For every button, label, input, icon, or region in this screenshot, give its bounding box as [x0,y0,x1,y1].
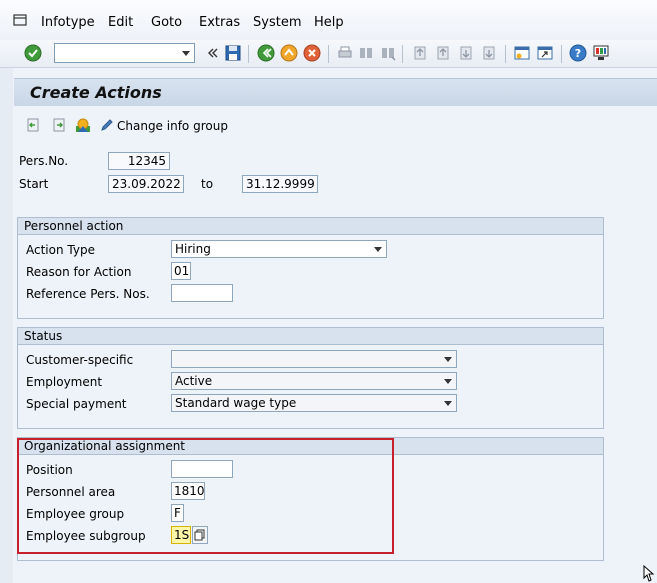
standard-toolbar: ? [0,40,657,68]
customize-layout-icon[interactable] [592,44,610,62]
menu-app-icon[interactable] [13,14,27,26]
next-page-icon[interactable] [457,44,475,62]
toolbar-separator [248,45,249,63]
shortcut-icon[interactable] [536,44,554,62]
next-record-icon[interactable] [51,117,67,133]
previous-record-icon[interactable] [25,117,41,133]
to-label: to [201,177,214,191]
change-info-group-button[interactable]: Change info group [117,119,228,133]
enter-check-icon[interactable] [24,44,42,62]
first-page-icon[interactable] [411,44,429,62]
special-payment-value: Standard wage type [175,396,297,410]
highlight-box [17,438,394,554]
menu-edit[interactable]: Edit [108,16,133,30]
status-heading: Status [18,328,603,345]
menu-system[interactable]: System [253,16,301,30]
reason-field[interactable]: 01 [171,262,191,280]
reference-pers-field[interactable] [171,284,233,302]
toolbar-separator [561,45,562,63]
menu-goto[interactable]: Goto [151,16,182,30]
action-type-label: Action Type [26,243,95,257]
start-date-field[interactable]: 23.09.2022 [108,175,184,193]
print-icon[interactable] [336,44,354,62]
screen-titlebar: Create Actions [14,78,657,106]
employment-label: Employment [26,375,103,389]
toolbar-separator [328,45,329,63]
pencil-icon[interactable] [99,117,115,133]
special-payment-label: Special payment [26,397,127,411]
pers-no-label: Pers.No. [19,154,69,168]
dropdown-arrow-icon[interactable] [444,357,452,362]
menu-bar: Infotype Edit Goto Extras System Help [0,0,657,40]
reference-pers-label: Reference Pers. Nos. [26,287,150,301]
cancel-icon[interactable] [303,44,321,62]
menu-help[interactable]: Help [314,16,344,30]
help-icon[interactable]: ? [569,44,587,62]
toolbar-separator [505,45,506,63]
prev-page-icon[interactable] [434,44,452,62]
action-type-dropdown[interactable]: Hiring [171,240,387,258]
employment-value: Active [175,374,213,388]
action-type-value: Hiring [175,242,211,256]
pers-no-field[interactable]: 12345 [108,152,170,170]
dropdown-arrow-icon[interactable] [374,247,382,252]
left-strip [0,68,13,583]
toolbar-separator [402,45,403,63]
svg-text:?: ? [575,47,581,60]
dropdown-arrow-icon[interactable] [444,379,452,384]
personnel-action-heading: Personnel action [18,218,603,235]
end-date-field[interactable]: 31.12.9999 [242,175,318,193]
start-label: Start [19,177,49,191]
mouse-cursor-icon [643,565,655,582]
last-page-icon[interactable] [480,44,498,62]
command-field[interactable] [54,43,195,63]
find-next-icon[interactable] [379,44,397,62]
exit-icon[interactable] [280,44,298,62]
application-toolbar: Change info group [14,111,657,139]
dropdown-arrow-icon[interactable] [444,401,452,406]
new-session-icon[interactable] [513,44,531,62]
collapse-icon[interactable] [203,44,221,62]
find-icon[interactable] [357,44,375,62]
screen-title: Create Actions [30,83,162,102]
menu-extras[interactable]: Extras [199,16,240,30]
save-icon[interactable] [224,44,242,62]
employment-dropdown[interactable]: Active [171,372,457,390]
overview-icon[interactable] [75,117,91,133]
reason-label: Reason for Action [26,265,132,279]
customer-specific-dropdown[interactable] [171,350,457,368]
special-payment-dropdown[interactable]: Standard wage type [171,394,457,412]
back-icon[interactable] [257,44,275,62]
customer-specific-label: Customer-specific [26,353,134,367]
command-dropdown-icon[interactable] [182,51,190,56]
menu-infotype[interactable]: Infotype [41,16,95,30]
